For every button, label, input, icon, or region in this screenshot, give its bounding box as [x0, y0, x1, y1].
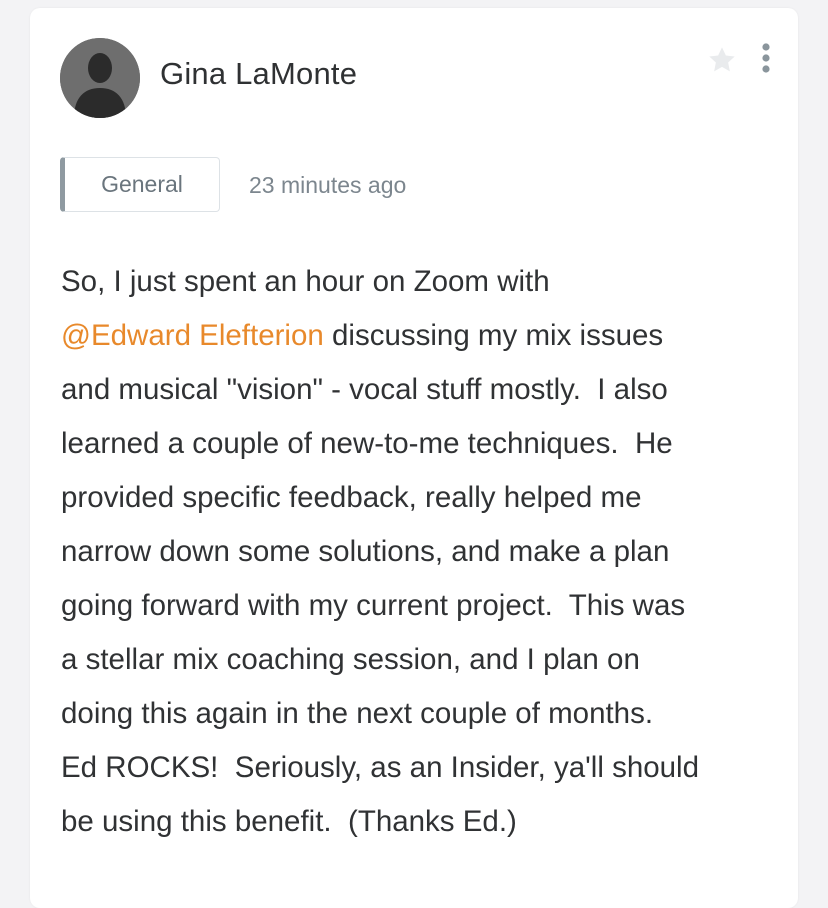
- post-body-line: Ed ROCKS! Seriously, as an Insider, ya'l…: [61, 751, 699, 784]
- post-card: Gina LaMonte General 23 minutes ago So, …: [30, 8, 798, 908]
- category-badge[interactable]: General: [60, 157, 220, 212]
- post-body-line: going forward with my current project. T…: [61, 589, 686, 622]
- post-body-line: doing this again in the next couple of m…: [61, 697, 654, 730]
- user-silhouette-icon: [60, 38, 140, 118]
- post-body-line: a stellar mix coaching session, and I pl…: [61, 643, 640, 676]
- post-body-line: @Edward Elefterion discussing my mix iss…: [61, 309, 773, 363]
- post-body-line: and musical "vision" - vocal stuff mostl…: [61, 373, 668, 406]
- post-body-line: be using this benefit. (Thanks Ed.): [61, 805, 517, 838]
- post-body: So, I just spent an hour on Zoom with @E…: [61, 255, 773, 849]
- user-mention-link[interactable]: @Edward Elefterion: [61, 319, 324, 352]
- avatar[interactable]: [60, 38, 140, 118]
- more-vertical-icon[interactable]: [756, 42, 776, 76]
- post-body-line: So, I just spent an hour on Zoom with: [61, 265, 550, 298]
- post-body-line: narrow down some solutions, and make a p…: [61, 535, 670, 568]
- post-timestamp: 23 minutes ago: [249, 172, 407, 198]
- post-body-line: learned a couple of new-to-me techniques…: [61, 427, 673, 460]
- star-icon[interactable]: [706, 44, 738, 76]
- post-body-line: provided specific feedback, really helpe…: [61, 481, 642, 514]
- author-name[interactable]: Gina LaMonte: [160, 56, 357, 92]
- post-body-text: discussing my mix issues: [323, 319, 664, 352]
